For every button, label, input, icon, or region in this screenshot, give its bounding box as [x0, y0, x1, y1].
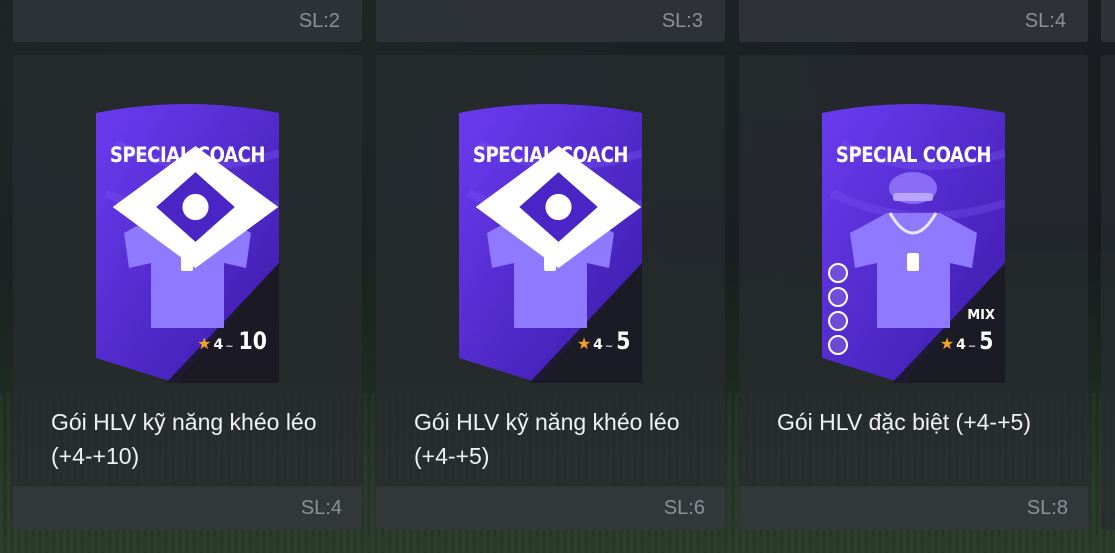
quantity-label: SL:6 [663, 497, 705, 519]
pack-name: Gói HLV kỹ năng khéo léo (+4-+5) [414, 409, 680, 469]
star-icon: ★ [939, 334, 955, 353]
rating-separator: ~ [604, 341, 614, 352]
rating-low: 4 [593, 337, 603, 353]
skill-dribble-icon [475, 146, 642, 268]
rating-range: ★ 4 ~ 5 [577, 327, 632, 355]
skill-badge-icon [828, 311, 848, 331]
coach-pack-card-partial[interactable] [1101, 55, 1115, 530]
mix-label: MIX [967, 308, 995, 323]
skill-dribble-icon [112, 146, 279, 268]
pack-title: SPECIAL COACH [835, 143, 992, 167]
rating-range: ★ 4 ~ 10 [197, 327, 269, 355]
rating-low: 4 [956, 337, 966, 353]
rating-range: ★ 4 ~ 5 [940, 327, 995, 355]
skill-badge-icon [828, 263, 848, 283]
rating-separator: ~ [225, 341, 234, 352]
rating-high: 10 [238, 327, 267, 355]
pack-name: Gói HLV đặc biệt (+4-+5) [777, 409, 1031, 435]
rating-separator: ~ [967, 341, 977, 352]
quantity-label: SL:2 [298, 10, 340, 32]
pack-image: SPECIAL COACH ★ 4 ~ 5 [459, 103, 642, 383]
quantity-label: SL:4 [1024, 10, 1066, 32]
top-item-strip[interactable]: SL:4 [739, 0, 1088, 42]
card-footer: SL:6 [376, 486, 725, 530]
star-icon: ★ [197, 334, 212, 353]
skill-badge-icon [828, 287, 848, 307]
top-item-strip[interactable]: SL:2 [13, 0, 362, 42]
top-item-strip-partial[interactable] [1101, 0, 1115, 42]
quantity-label: SL:8 [1026, 497, 1068, 519]
coach-pack-card[interactable]: SPECIAL COACH ★ 4 ~ 5 Gói HLV kỹ năng kh… [376, 55, 725, 530]
pack-image: SPECIAL COACH MIX ★ 4 ~ 5 [822, 103, 1005, 383]
rating-high: 5 [979, 327, 994, 355]
coach-pack-card[interactable]: SPECIAL COACH ★ 4 ~ 10 Gói HLV kỹ năng k… [13, 55, 362, 530]
quantity-label: SL:4 [300, 497, 342, 519]
quantity-label: SL:3 [661, 10, 703, 32]
top-item-strip[interactable]: SL:3 [376, 0, 725, 42]
card-footer: SL:4 [13, 486, 362, 530]
rating-high: 5 [616, 327, 631, 355]
card-footer: SL:8 [739, 486, 1088, 530]
star-icon: ★ [576, 334, 592, 353]
skill-badge-icon [828, 335, 848, 355]
coach-pack-card[interactable]: SPECIAL COACH MIX ★ 4 ~ 5 Gói HLV đặc bi… [739, 55, 1088, 530]
mix-skills-icon [828, 263, 848, 355]
pack-image: SPECIAL COACH ★ 4 ~ 10 [96, 103, 279, 383]
rating-low: 4 [213, 337, 224, 353]
pack-name: Gói HLV kỹ năng khéo léo (+4-+10) [51, 409, 317, 469]
